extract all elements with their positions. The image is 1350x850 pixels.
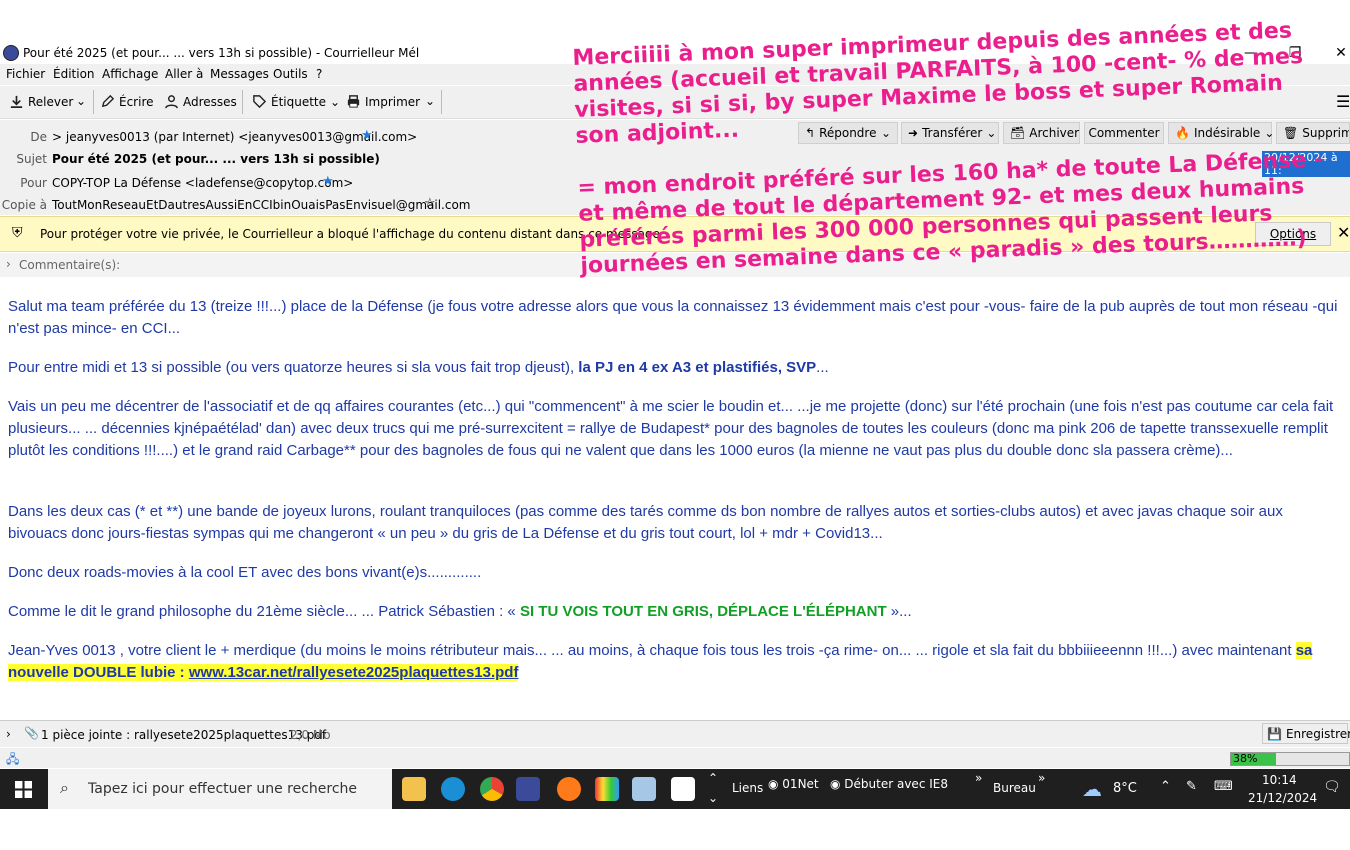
body-paragraph-3: Vais un peu me décentrer de l'associatif… <box>8 398 1334 459</box>
weather-cloud-icon[interactable]: ☁ <box>1082 777 1102 801</box>
search-placeholder: Tapez ici pour effectuer une recherche <box>88 781 358 797</box>
edge-icon[interactable] <box>441 777 465 801</box>
star-icon[interactable]: ★ <box>361 128 373 143</box>
scroll-up-icon[interactable]: ⌃ <box>708 771 718 785</box>
ecrire-button[interactable]: Écrire <box>100 94 154 109</box>
imprimer-button[interactable]: Imprimer <box>346 94 420 109</box>
document-icon[interactable] <box>671 777 695 801</box>
chevron-down-icon: ⌄ <box>330 94 341 109</box>
subject-value: Pour été 2025 (et pour... ... vers 13h s… <box>52 152 380 166</box>
tag-icon <box>253 95 267 109</box>
paperclip-icon: 📎 <box>24 726 39 740</box>
menu-affichage[interactable]: Affichage <box>102 67 158 81</box>
progress-label: 38% <box>1233 752 1258 765</box>
subject-label: Sujet <box>16 152 47 166</box>
link-ie8[interactable]: ◉ Débuter avec IE8 <box>830 777 948 791</box>
chevron-right-icon: › <box>6 257 11 271</box>
to-label: Pour <box>20 176 47 190</box>
app-logo-icon <box>3 45 19 61</box>
scroll-down-icon[interactable]: ⌄ <box>708 791 718 805</box>
links-toolbar-label: Liens <box>732 781 764 795</box>
to-value[interactable]: COPY-TOP La Défense <ladefense@copytop.c… <box>52 176 353 190</box>
menu-help[interactable]: ? <box>316 67 322 81</box>
attachment-label[interactable]: 1 pièce jointe : rallyesete2025plaquette… <box>41 728 326 742</box>
firefox-icon[interactable] <box>557 777 581 801</box>
network-icon: 🖧 <box>6 752 20 766</box>
adresses-label: Adresses <box>183 94 237 109</box>
body-paragraph-1: Salut ma team préférée du 13 (treize !!!… <box>8 298 1338 337</box>
attachment-size: 2,0 Mo <box>290 728 331 742</box>
pink-annotation: Merciiiii à mon super imprimeur depuis d… <box>572 17 1340 280</box>
cc-label: Copie à <box>1 198 47 212</box>
status-bar: 🖧 38% <box>0 748 1350 768</box>
etiquette-button[interactable]: Étiquette ⌄ <box>252 94 340 109</box>
body-paragraph-2: Pour entre midi et 13 si possible (ou ve… <box>8 359 829 376</box>
download-icon <box>10 95 23 108</box>
search-icon: ⌕ <box>60 778 69 797</box>
chevron-more-icon[interactable]: » <box>1038 771 1045 785</box>
clock-time[interactable]: 10:14 <box>1262 773 1297 787</box>
notepad-icon[interactable] <box>632 777 656 801</box>
from-label: De <box>30 130 47 144</box>
link-01net[interactable]: ◉ 01Net <box>768 777 819 791</box>
quote-text: SI TU VOIS TOUT EN GRIS, DÉPLACE L'ÉLÉPH… <box>519 603 887 620</box>
pen-icon[interactable]: ✎ <box>1186 779 1197 794</box>
file-explorer-icon[interactable] <box>402 777 426 801</box>
windows-taskbar: ⌕ Tapez ici pour effectuer une recherche… <box>0 769 1350 809</box>
clock-date[interactable]: 21/12/2024 <box>1248 791 1317 805</box>
color-app-icon[interactable] <box>595 777 619 801</box>
pencil-icon <box>101 94 115 108</box>
body-paragraph-4: Dans les deux cas (* et **) une bande de… <box>8 503 1283 542</box>
etiquette-label: Étiquette <box>271 94 327 109</box>
star-icon[interactable]: ★ <box>322 174 334 189</box>
shield-icon: ⛨ <box>12 225 23 241</box>
save-attachment-button[interactable]: 💾 Enregistrer <box>1262 723 1350 744</box>
progress-bar: 38% <box>1230 752 1350 766</box>
relever-dropdown-icon[interactable]: ⌄ <box>76 94 86 108</box>
privacy-message: Pour protéger votre vie privée, le Courr… <box>40 227 660 241</box>
body-paragraph-6: Comme le dit le grand philosophe du 21èm… <box>8 603 912 620</box>
comment-label: Commentaire(s): <box>19 258 121 272</box>
menu-messages[interactable]: Messages <box>210 67 269 81</box>
attachment-bar: › 📎 1 pièce jointe : rallyesete2025plaqu… <box>0 720 1350 747</box>
relever-button[interactable]: Relever <box>9 94 73 109</box>
hamburger-menu-icon[interactable]: ☰ <box>1336 92 1350 111</box>
cc-value[interactable]: ToutMonReseauEtDautresAussiEnCCIbinOuais… <box>52 198 470 212</box>
windows-start-icon[interactable] <box>15 781 32 798</box>
notification-icon[interactable]: 🗨 <box>1323 779 1341 795</box>
adresses-button[interactable]: Adresses <box>164 94 237 109</box>
desktop-toolbar-label[interactable]: Bureau <box>993 781 1036 795</box>
keyboard-icon[interactable]: ⌨ <box>1214 779 1233 794</box>
imprimer-dropdown-icon[interactable]: ⌄ <box>425 94 435 108</box>
printer-icon <box>347 95 360 108</box>
courrielleur-icon[interactable] <box>516 777 540 801</box>
menu-outils[interactable]: Outils <box>273 67 308 81</box>
save-label: Enregistrer <box>1285 726 1350 741</box>
menu-fichier[interactable]: Fichier <box>6 67 45 81</box>
star-outline-icon[interactable]: ☆ <box>424 196 436 211</box>
chevron-up-icon[interactable]: ⌃ <box>1160 779 1171 794</box>
ecrire-label: Écrire <box>119 94 154 109</box>
message-body: Salut ma team préférée du 13 (treize !!!… <box>8 296 1344 701</box>
contacts-icon <box>165 95 178 109</box>
chrome-icon[interactable] <box>480 777 504 801</box>
chevron-right-icon[interactable]: › <box>6 727 11 741</box>
relever-label: Relever <box>28 94 74 109</box>
body-paragraph-5: Donc deux roads-movies à la cool ET avec… <box>8 564 482 581</box>
window-title: Pour été 2025 (et pour... ... vers 13h s… <box>23 46 420 60</box>
body-paragraph-7: Jean-Yves 0013 , votre client le + merdi… <box>8 642 1313 681</box>
chevron-more-icon[interactable]: » <box>975 771 982 785</box>
pdf-link[interactable]: www.13car.net/rallyesete2025plaquettes13… <box>188 664 519 681</box>
menu-aller[interactable]: Aller à <box>165 67 203 81</box>
save-icon: 💾 <box>1267 726 1282 741</box>
imprimer-label: Imprimer <box>365 94 421 109</box>
taskbar-search[interactable]: ⌕ Tapez ici pour effectuer une recherche <box>48 769 392 809</box>
temperature: 8°C <box>1113 781 1137 796</box>
menu-edition[interactable]: Édition <box>53 67 95 81</box>
